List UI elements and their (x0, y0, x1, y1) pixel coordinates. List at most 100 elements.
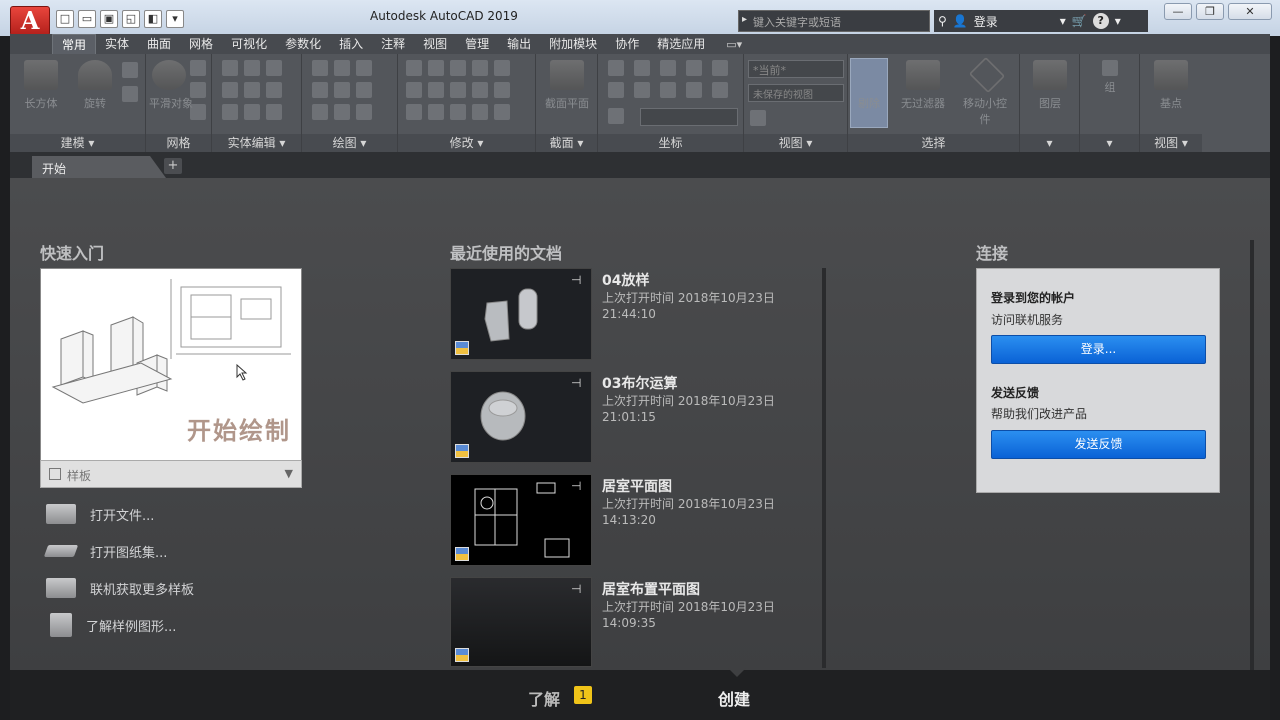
learn-tab[interactable]: 了解 (528, 686, 560, 710)
signin-dropdown-icon[interactable]: ▾ (1060, 14, 1066, 28)
minimize-button[interactable]: — (1164, 3, 1192, 20)
pin-icon[interactable]: ⊣ (571, 273, 581, 287)
viewport-icon[interactable] (750, 110, 766, 126)
save-icon[interactable]: ▣ (100, 10, 118, 28)
arc-icon[interactable] (356, 60, 372, 76)
panel-title-section[interactable]: 截面 ▾ (536, 134, 597, 152)
extract-icon[interactable] (266, 104, 282, 120)
stretch-icon[interactable] (472, 104, 488, 120)
panel-title-solid-edit[interactable]: 实体编辑 ▾ (212, 134, 301, 152)
ucs-icon[interactable] (608, 60, 624, 76)
visual-style-combo[interactable]: *当前* (748, 60, 844, 78)
application-menu-button[interactable]: A (10, 6, 50, 36)
culling-button[interactable] (850, 58, 888, 128)
mesh-tool-icon[interactable] (190, 60, 206, 76)
ray-icon[interactable] (334, 82, 350, 98)
recent-docs-scrollbar[interactable] (822, 268, 826, 668)
panel-title-draw[interactable]: 绘图 ▾ (302, 134, 397, 152)
named-view-combo[interactable]: 未保存的视图 (748, 84, 844, 102)
template-dropdown[interactable]: 样板 ▼ (40, 460, 302, 488)
panel-title-layers[interactable]: ▾ (1020, 134, 1079, 152)
tab-manage[interactable]: 管理 (456, 34, 498, 54)
presspull-icon[interactable] (122, 86, 138, 102)
tab-parametric[interactable]: 参数化 (276, 34, 330, 54)
coordinate-combo[interactable] (640, 108, 738, 126)
ucs-icon[interactable] (686, 60, 702, 76)
filter-icon[interactable] (906, 60, 940, 90)
create-tab[interactable]: 创建 (718, 686, 750, 710)
search-input[interactable]: 键入关键字或短语 (738, 10, 930, 32)
line-icon[interactable] (334, 60, 350, 76)
base-point-icon[interactable] (1154, 60, 1188, 90)
tab-collaborate[interactable]: 协作 (606, 34, 648, 54)
ucs-icon[interactable] (634, 82, 650, 98)
intersect-icon[interactable] (222, 82, 238, 98)
offset-icon[interactable] (428, 104, 444, 120)
ucs-icon[interactable] (712, 82, 728, 98)
rectangle-icon[interactable] (334, 104, 350, 120)
tab-view[interactable]: 视图 (414, 34, 456, 54)
explode-icon[interactable] (450, 104, 466, 120)
box-icon[interactable] (24, 60, 58, 90)
rect-array-icon[interactable] (494, 104, 510, 120)
ucs-icon[interactable] (712, 60, 728, 76)
pin-icon[interactable]: ⊣ (571, 582, 581, 596)
union-icon[interactable] (222, 60, 238, 76)
separate-icon[interactable] (244, 104, 260, 120)
tab-annotate[interactable]: 注释 (372, 34, 414, 54)
start-drawing-tile[interactable]: 开始绘制 (40, 268, 302, 488)
erase-icon[interactable] (406, 104, 422, 120)
ucs-icon[interactable] (660, 60, 676, 76)
align-icon[interactable] (472, 82, 488, 98)
mesh-tool-icon[interactable] (190, 82, 206, 98)
user-icon[interactable]: 👤 (953, 14, 968, 28)
send-feedback-button[interactable]: 发送反馈 (991, 430, 1206, 459)
panel-title-view[interactable]: 视图 ▾ (744, 134, 847, 152)
fillet-icon[interactable] (494, 82, 510, 98)
group-icon[interactable] (1102, 60, 1118, 76)
section-plane-icon[interactable] (550, 60, 584, 90)
plot-icon[interactable]: ◧ (144, 10, 162, 28)
smooth-object-icon[interactable] (152, 60, 186, 90)
panel-title-selection[interactable]: 选择 (848, 134, 1019, 152)
gizmo-icon[interactable] (968, 56, 1006, 94)
close-button[interactable]: ✕ (1228, 3, 1272, 20)
tab-output[interactable]: 输出 (498, 34, 540, 54)
polyline-icon[interactable] (312, 60, 328, 76)
panel-title-coordinates[interactable]: 坐标 (598, 134, 743, 152)
recent-doc-item[interactable]: ⊣ 04放样 上次打开时间 2018年10月23日 21:44:10 (450, 268, 850, 360)
open-sheet-set-link[interactable]: 打开图纸集... (43, 539, 167, 563)
mirror-icon[interactable] (406, 60, 422, 76)
maximize-button[interactable]: ❐ (1196, 3, 1224, 20)
layers-icon[interactable] (1033, 60, 1067, 90)
new-tab-button[interactable]: + (164, 158, 182, 174)
panel-title-modify[interactable]: 修改 ▾ (398, 134, 535, 152)
tab-insert[interactable]: 插入 (330, 34, 372, 54)
pin-icon[interactable]: ⊣ (571, 479, 581, 493)
qat-dropdown-icon[interactable]: ▾ (166, 10, 184, 28)
ellipse-icon[interactable] (356, 104, 372, 120)
ribbon-options-icon[interactable]: ▭▾ (726, 38, 742, 51)
tab-addins[interactable]: 附加模块 (540, 34, 606, 54)
polysolid-icon[interactable] (122, 62, 138, 78)
ucs-icon[interactable] (608, 82, 624, 98)
open-files-link[interactable]: 打开文件... (46, 502, 154, 526)
tab-start[interactable]: 开始 (32, 156, 166, 178)
imprint-icon[interactable] (266, 82, 282, 98)
panel-title-view2[interactable]: 视图 ▾ (1140, 134, 1202, 152)
tab-home[interactable]: 常用 (52, 34, 97, 54)
recent-doc-item[interactable]: ⊣ 03布尔运算 上次打开时间 2018年10月23日 21:01:15 (450, 371, 850, 463)
signin-button[interactable]: 登录... (991, 335, 1206, 364)
cart-icon[interactable]: 🛒 (1072, 14, 1087, 28)
signin-link[interactable]: 登录 (974, 13, 998, 30)
ucs-icon[interactable] (660, 82, 676, 98)
recent-doc-item[interactable]: ⊣ 居室平面图 上次打开时间 2018年10月23日 14:13:20 (450, 474, 850, 566)
join-icon[interactable] (472, 60, 488, 76)
array-icon[interactable] (428, 82, 444, 98)
ucs-icon[interactable] (686, 82, 702, 98)
open-folder-icon[interactable]: ▭ (78, 10, 96, 28)
revolve-icon[interactable] (78, 60, 112, 90)
save-as-icon[interactable]: ◱ (122, 10, 140, 28)
subtract-icon[interactable] (244, 60, 260, 76)
new-file-icon[interactable]: □ (56, 10, 74, 28)
